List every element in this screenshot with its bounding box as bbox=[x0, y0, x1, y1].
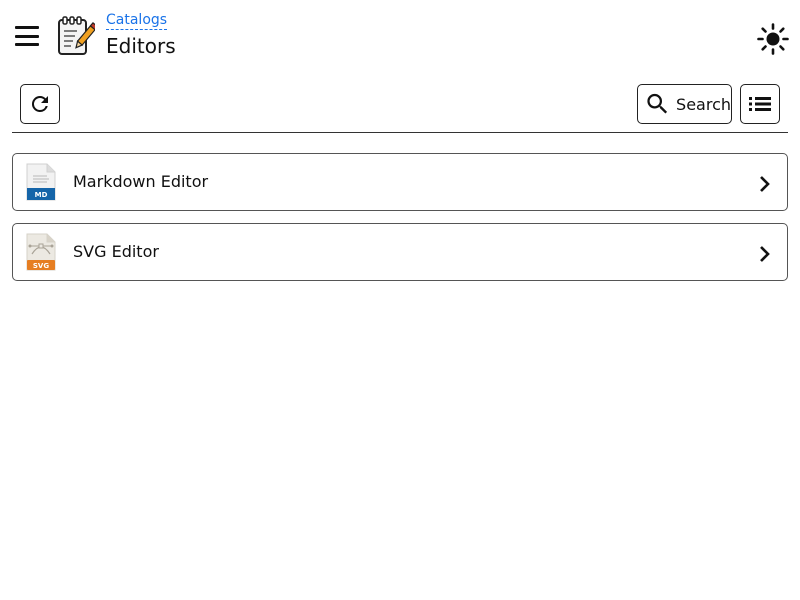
search-icon bbox=[647, 93, 668, 114]
list-item-svg-editor[interactable]: SVG SVG Editor bbox=[12, 223, 788, 281]
markdown-file-icon: MD bbox=[26, 163, 56, 201]
list-item-markdown-editor[interactable]: MD Markdown Editor bbox=[12, 153, 788, 211]
chevron-right-icon bbox=[760, 246, 770, 262]
chevron-right-icon bbox=[760, 176, 770, 192]
list-item-label: SVG Editor bbox=[73, 242, 159, 261]
search-button-label: Search bbox=[676, 94, 731, 114]
list-view-icon bbox=[749, 97, 771, 111]
breadcrumb-link[interactable]: Catalogs bbox=[106, 12, 168, 30]
refresh-button[interactable] bbox=[20, 84, 60, 124]
editor-list: MD Markdown Editor SVG SVG Editor bbox=[12, 153, 788, 293]
svg-badge-text: SVG bbox=[33, 262, 49, 270]
menu-bar bbox=[15, 43, 39, 46]
list-item-label: Markdown Editor bbox=[73, 172, 209, 191]
app-header: Catalogs Editors bbox=[0, 0, 800, 76]
search-button[interactable]: Search bbox=[637, 84, 732, 124]
toolbar: Search bbox=[0, 84, 800, 124]
menu-bar bbox=[15, 34, 39, 38]
refresh-icon bbox=[31, 95, 48, 112]
notepad-pencil-icon bbox=[58, 16, 95, 55]
menu-bar bbox=[15, 26, 39, 29]
list-view-button[interactable] bbox=[740, 84, 780, 124]
toolbar-divider bbox=[12, 132, 788, 133]
sun-icon[interactable] bbox=[756, 22, 790, 56]
menu-button[interactable] bbox=[12, 22, 42, 50]
md-badge-text: MD bbox=[35, 191, 48, 199]
svg-file-icon: SVG bbox=[26, 233, 56, 271]
page-title: Editors bbox=[106, 34, 176, 58]
